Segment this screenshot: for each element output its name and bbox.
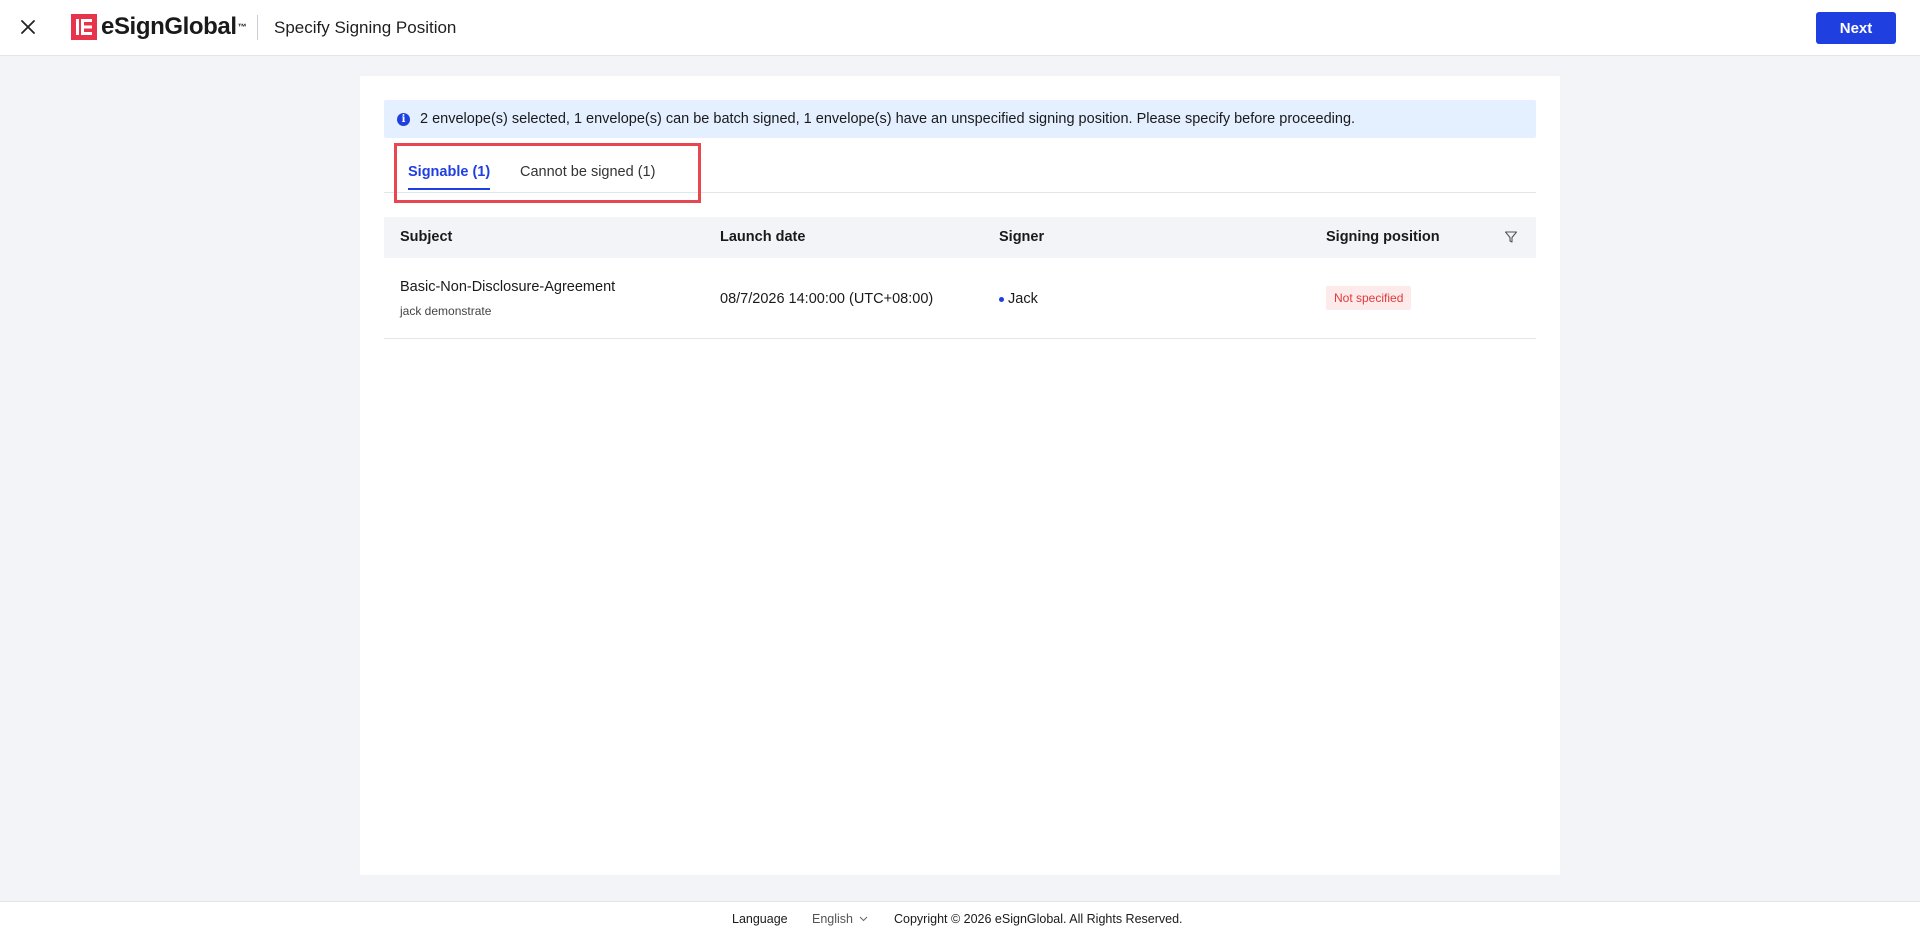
signer-name: Jack (1008, 291, 1038, 307)
close-icon[interactable] (17, 16, 39, 38)
row-signer: Jack (999, 291, 1038, 307)
logo-mark-icon (71, 14, 97, 40)
alert-message: 2 envelope(s) selected, 1 envelope(s) ca… (420, 111, 1356, 127)
page-title: Specify Signing Position (274, 18, 457, 37)
tab-bar: Signable (1) Cannot be signed (1) (384, 142, 1536, 203)
footer: Language English Copyright © 2026 eSignG… (0, 901, 1920, 934)
logo-trademark: ™ (237, 22, 247, 32)
brand-logo: eSignGlobal ™ (71, 13, 247, 40)
top-bar: eSignGlobal ™ Specify Signing Position Ne… (0, 0, 1920, 56)
signer-status-dot (999, 296, 1004, 302)
row-subject: Basic-Non-Disclosure-Agreement (400, 279, 616, 295)
next-button[interactable]: Next (1816, 12, 1896, 44)
table-header: Subject Launch date Signer Signing posit… (384, 217, 1536, 258)
info-alert: i 2 envelope(s) selected, 1 envelope(s) … (384, 100, 1536, 138)
logo-wordmark: eSignGlobal (101, 13, 237, 40)
row-subject-sender: jack demonstrate (400, 304, 492, 318)
column-header-subject: Subject (400, 229, 453, 245)
tab-cannot-be-signed[interactable]: Cannot be signed (1) (520, 164, 655, 188)
copyright-text: Copyright © 2026 eSignGlobal. All Rights… (894, 912, 1183, 926)
content-card: i 2 envelope(s) selected, 1 envelope(s) … (360, 76, 1560, 875)
language-value: English (812, 912, 853, 926)
language-label: Language (732, 912, 788, 926)
status-badge: Not specified (1326, 286, 1412, 310)
filter-icon[interactable] (1504, 230, 1518, 244)
column-header-launch-date: Launch date (720, 229, 806, 245)
info-icon: i (397, 112, 410, 126)
table-row[interactable]: Basic-Non-Disclosure-Agreement jack demo… (384, 258, 1536, 339)
header-divider (257, 15, 258, 40)
language-select[interactable]: English (812, 912, 868, 926)
chevron-down-icon (859, 916, 868, 922)
envelopes-table: Subject Launch date Signer Signing posit… (384, 217, 1536, 339)
column-header-signing-position: Signing position (1326, 229, 1440, 245)
tab-signable[interactable]: Signable (1) (408, 164, 491, 190)
row-launch-date: 08/7/2026 14:00:00 (UTC+08:00) (720, 291, 934, 307)
column-header-signer: Signer (999, 229, 1045, 245)
